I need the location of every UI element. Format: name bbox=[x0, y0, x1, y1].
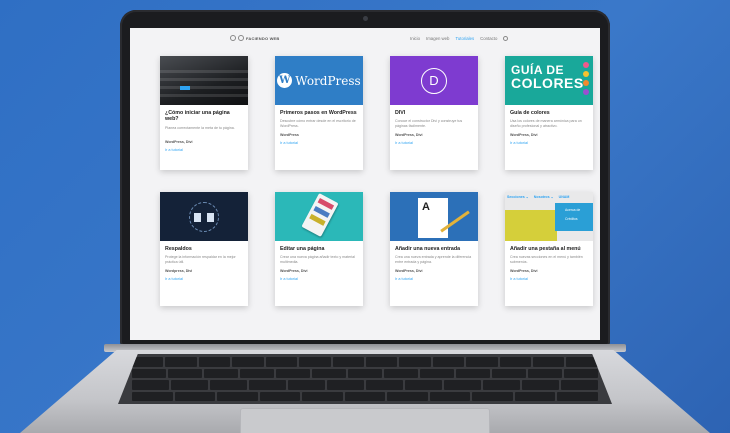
laptop-keyboard bbox=[118, 354, 612, 404]
card-title[interactable]: Guía de colores bbox=[510, 110, 588, 116]
card-categories: WordPress, Divi bbox=[395, 133, 423, 138]
laptop-trackpad bbox=[240, 408, 490, 433]
logo-text: FACIENDO WEB bbox=[246, 35, 280, 41]
card-title[interactable]: Primeros pasos en WordPress bbox=[280, 110, 358, 116]
card-description: Crear una nueva página añadir texto y ma… bbox=[280, 255, 355, 265]
colores-line-2: COLORES bbox=[511, 75, 584, 91]
card-description: Crea nuevas secciones en el menú y tambi… bbox=[510, 255, 583, 265]
colores-thumbnail: GUÍA DE COLORES bbox=[505, 56, 593, 105]
divi-logo-icon: D bbox=[421, 67, 447, 94]
card-categories: WordPress, Divi bbox=[510, 133, 538, 138]
document-letter: A bbox=[422, 201, 430, 213]
card-description: Protege la información respaldar en la m… bbox=[165, 255, 236, 265]
tutorial-card[interactable]: Respaldos Protege la información respald… bbox=[160, 192, 248, 306]
document-icon: A bbox=[418, 198, 448, 238]
card-categories: Wordpress, Divi bbox=[165, 269, 193, 274]
card-link[interactable]: Ir a tutorial bbox=[280, 141, 358, 145]
card-title[interactable]: ¿Cómo iniciar una página web? bbox=[165, 110, 243, 123]
key-highlight bbox=[180, 86, 190, 90]
site-logo[interactable]: FACIENDO WEB bbox=[230, 35, 280, 41]
card-link[interactable]: Ir a tutorial bbox=[165, 148, 243, 152]
card-categories: WordPress, Divi bbox=[280, 269, 308, 274]
card-title[interactable]: Respaldos bbox=[165, 246, 243, 252]
wordpress-wordmark: WordPress bbox=[295, 73, 361, 88]
card-categories: WordPress, Divi bbox=[510, 269, 538, 274]
tutorial-card[interactable]: Secciones ⌄ Nosotros ⌄ UNAM Acerca de Cr… bbox=[505, 192, 593, 306]
wordpress-logo-icon: W bbox=[277, 73, 293, 88]
card-title[interactable]: Editar una página bbox=[280, 246, 358, 252]
card-link[interactable]: Ir a tutorial bbox=[510, 141, 588, 145]
menu-preview-dropdown: Acerca de Créditos bbox=[555, 203, 593, 231]
card-categories: WordPress, Divi bbox=[395, 269, 423, 274]
swatch-icon bbox=[583, 62, 589, 68]
menu-thumbnail: Secciones ⌄ Nosotros ⌄ UNAM Acerca de Cr… bbox=[505, 192, 593, 241]
edit-page-thumbnail bbox=[275, 192, 363, 241]
nav-tutoriales[interactable]: Tutoriales bbox=[455, 36, 474, 41]
logo-mark-icon bbox=[230, 35, 236, 41]
site-header: FACIENDO WEB Inicio Imagen web Tutoriale… bbox=[130, 28, 600, 50]
card-title[interactable]: Añadir una pestaña al menú bbox=[510, 246, 588, 252]
menu-preview-bar: Secciones ⌄ Nosotros ⌄ UNAM bbox=[505, 192, 593, 201]
card-title[interactable]: Añadir una nueva entrada bbox=[395, 246, 473, 252]
card-description: Descubre cómo entrar desde en el escrito… bbox=[280, 119, 356, 129]
wordpress-thumbnail: W WordPress bbox=[275, 56, 363, 105]
menu-preview-item: Nosotros ⌄ bbox=[533, 194, 554, 199]
card-categories: WordPress bbox=[280, 133, 299, 138]
card-description: Usa los colores de manera armónica para … bbox=[510, 119, 582, 129]
tutorial-card[interactable]: W WordPress Primeros pasos en WordPress … bbox=[275, 56, 363, 170]
divi-thumbnail: D bbox=[390, 56, 478, 105]
nav-inicio[interactable]: Inicio bbox=[410, 36, 420, 41]
search-icon[interactable] bbox=[503, 36, 509, 41]
tutorial-card[interactable]: D DIVI Conoce el constructor Divi y cons… bbox=[390, 56, 478, 170]
card-title[interactable]: DIVI bbox=[395, 110, 473, 116]
menu-preview-item: UNAM bbox=[558, 194, 570, 199]
laptop-screen: FACIENDO WEB Inicio Imagen web Tutoriale… bbox=[130, 28, 600, 340]
card-link[interactable]: Ir a tutorial bbox=[165, 277, 243, 281]
tutorial-card[interactable]: ¿Cómo iniciar una página web? Planea cor… bbox=[160, 56, 248, 170]
tutorial-card[interactable]: Editar una página Crear una nueva página… bbox=[275, 192, 363, 306]
backup-thumbnail bbox=[160, 192, 248, 241]
swatch-icon bbox=[583, 89, 589, 95]
card-link[interactable]: Ir a tutorial bbox=[395, 277, 473, 281]
tutorial-grid: ¿Cómo iniciar una página web? Planea cor… bbox=[160, 56, 593, 306]
swatch-icon bbox=[583, 80, 589, 86]
tablet-icon bbox=[301, 193, 339, 237]
card-description: Conoce el constructor Divi y construye t… bbox=[395, 119, 463, 129]
backup-ring-icon bbox=[189, 201, 219, 232]
card-description: Planea correctamente la meta de tu págin… bbox=[165, 125, 235, 130]
webcam bbox=[363, 16, 368, 21]
tutorial-card[interactable]: GUÍA DE COLORES Guía de colores Usa los … bbox=[505, 56, 593, 170]
menu-preview-item: Secciones ⌄ bbox=[507, 194, 529, 199]
swatch-icon bbox=[583, 71, 589, 77]
dropdown-item: Acerca de bbox=[565, 208, 581, 212]
laptop-lid: FACIENDO WEB Inicio Imagen web Tutoriale… bbox=[120, 10, 610, 346]
keyboard-thumbnail bbox=[160, 56, 248, 105]
tutorial-card[interactable]: A Añadir una nueva entrada Crea una nuev… bbox=[390, 192, 478, 306]
main-menu: Inicio Imagen web Tutoriales Contacto bbox=[410, 36, 509, 41]
dropdown-item: Créditos bbox=[565, 217, 578, 221]
entry-thumbnail: A bbox=[390, 192, 478, 241]
nav-imagen-web[interactable]: Imagen web bbox=[426, 36, 449, 41]
card-description: Crea una nueva entrada y aprende la dife… bbox=[395, 255, 472, 265]
card-link[interactable]: Ir a tutorial bbox=[395, 141, 473, 145]
card-link[interactable]: Ir a tutorial bbox=[510, 277, 588, 281]
logo-mark-icon bbox=[238, 35, 244, 41]
card-link[interactable]: Ir a tutorial bbox=[280, 277, 358, 281]
nav-contacto[interactable]: Contacto bbox=[480, 36, 497, 41]
card-categories: WordPress, Divi bbox=[165, 139, 193, 144]
